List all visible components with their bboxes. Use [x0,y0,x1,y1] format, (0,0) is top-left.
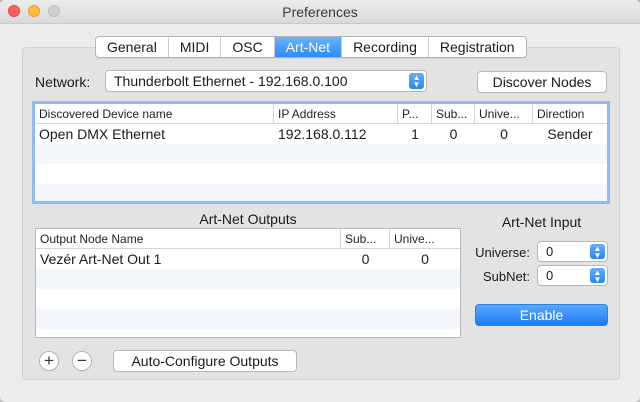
output-universe-cell: 0 [421,251,429,267]
art-net-outputs-title: Art-Net Outputs [199,211,297,227]
column-device-name[interactable]: Discovered Device name [35,104,274,124]
tab-recording[interactable]: Recording [342,37,429,57]
column-subnet[interactable]: Sub... [432,104,475,124]
tab-osc[interactable]: OSC [221,37,275,57]
column-ip-address[interactable]: IP Address [274,104,398,124]
device-universe-cell: 0 [500,126,508,142]
network-select-value: Thunderbolt Ethernet - 192.168.0.100 [114,73,348,89]
outputs-table-header: Output Node Name Sub... Unive... [36,229,460,249]
device-port-cell: 1 [411,126,419,142]
universe-stepper[interactable]: 0 ▲ ▼ [537,241,608,262]
device-ip-cell: 192.168.0.112 [278,126,367,142]
subnet-label: SubNet: [483,269,530,284]
stepper-arrows-icon[interactable]: ▲ ▼ [590,268,605,284]
plus-icon: + [44,351,54,370]
popup-arrows-icon: ▲ ▼ [409,73,424,89]
empty-row [36,309,460,329]
art-net-outputs-table[interactable]: Output Node Name Sub... Unive... Vezér A… [35,228,461,338]
art-net-input-title: Art-Net Input [501,214,582,230]
subnet-value: 0 [546,268,554,283]
devices-table-header: Discovered Device name IP Address P... S… [35,104,607,124]
window-title: Preferences [282,4,358,20]
outputs-table-body: Vezér Art-Net Out 1 0 0 [36,249,460,329]
devices-table-body: Open DMX Ethernet 192.168.0.112 1 0 0 Se… [35,124,607,201]
preferences-tab-bar: General MIDI OSC Art-Net Recording Regis… [95,36,527,58]
add-output-button[interactable]: + [39,351,59,371]
column-output-universe[interactable]: Unive... [390,229,460,249]
empty-row [35,144,607,164]
network-label: Network: [35,74,91,90]
tab-registration[interactable]: Registration [429,37,526,57]
device-direction-cell: Sender [547,126,593,142]
network-select[interactable]: Thunderbolt Ethernet - 192.168.0.100 ▲ ▼ [105,70,427,92]
tab-general[interactable]: General [96,37,169,57]
title-bar: Preferences [0,0,640,24]
remove-output-button[interactable]: − [72,351,92,371]
column-direction[interactable]: Direction [533,104,607,124]
enable-input-button[interactable]: Enable [475,304,608,326]
table-row[interactable]: Open DMX Ethernet 192.168.0.112 1 0 0 Se… [35,124,607,144]
discover-nodes-button[interactable]: Discover Nodes [477,71,607,93]
empty-row [35,184,607,201]
preferences-window: Preferences General MIDI OSC Art-Net Rec… [0,0,640,402]
output-subnet-cell: 0 [361,251,370,267]
tab-midi[interactable]: MIDI [169,37,222,57]
output-node-name-cell: Vezér Art-Net Out 1 [40,251,162,267]
device-subnet-cell: 0 [449,126,458,142]
universe-value: 0 [546,244,554,259]
minus-icon: − [77,351,87,370]
universe-label: Universe: [475,245,530,260]
empty-row [35,164,607,184]
column-output-subnet[interactable]: Sub... [341,229,390,249]
tab-art-net[interactable]: Art-Net [274,37,343,57]
column-universe[interactable]: Unive... [475,104,533,124]
column-port[interactable]: P... [398,104,432,124]
empty-row [36,269,460,289]
device-name-cell: Open DMX Ethernet [39,126,166,142]
auto-configure-outputs-button[interactable]: Auto-Configure Outputs [113,350,297,372]
subnet-stepper[interactable]: 0 ▲ ▼ [537,265,608,286]
column-output-node-name[interactable]: Output Node Name [36,229,341,249]
stepper-arrows-icon[interactable]: ▲ ▼ [590,244,605,260]
empty-row [36,289,460,309]
discovered-devices-table[interactable]: Discovered Device name IP Address P... S… [32,101,610,204]
table-row[interactable]: Vezér Art-Net Out 1 0 0 [36,249,460,269]
